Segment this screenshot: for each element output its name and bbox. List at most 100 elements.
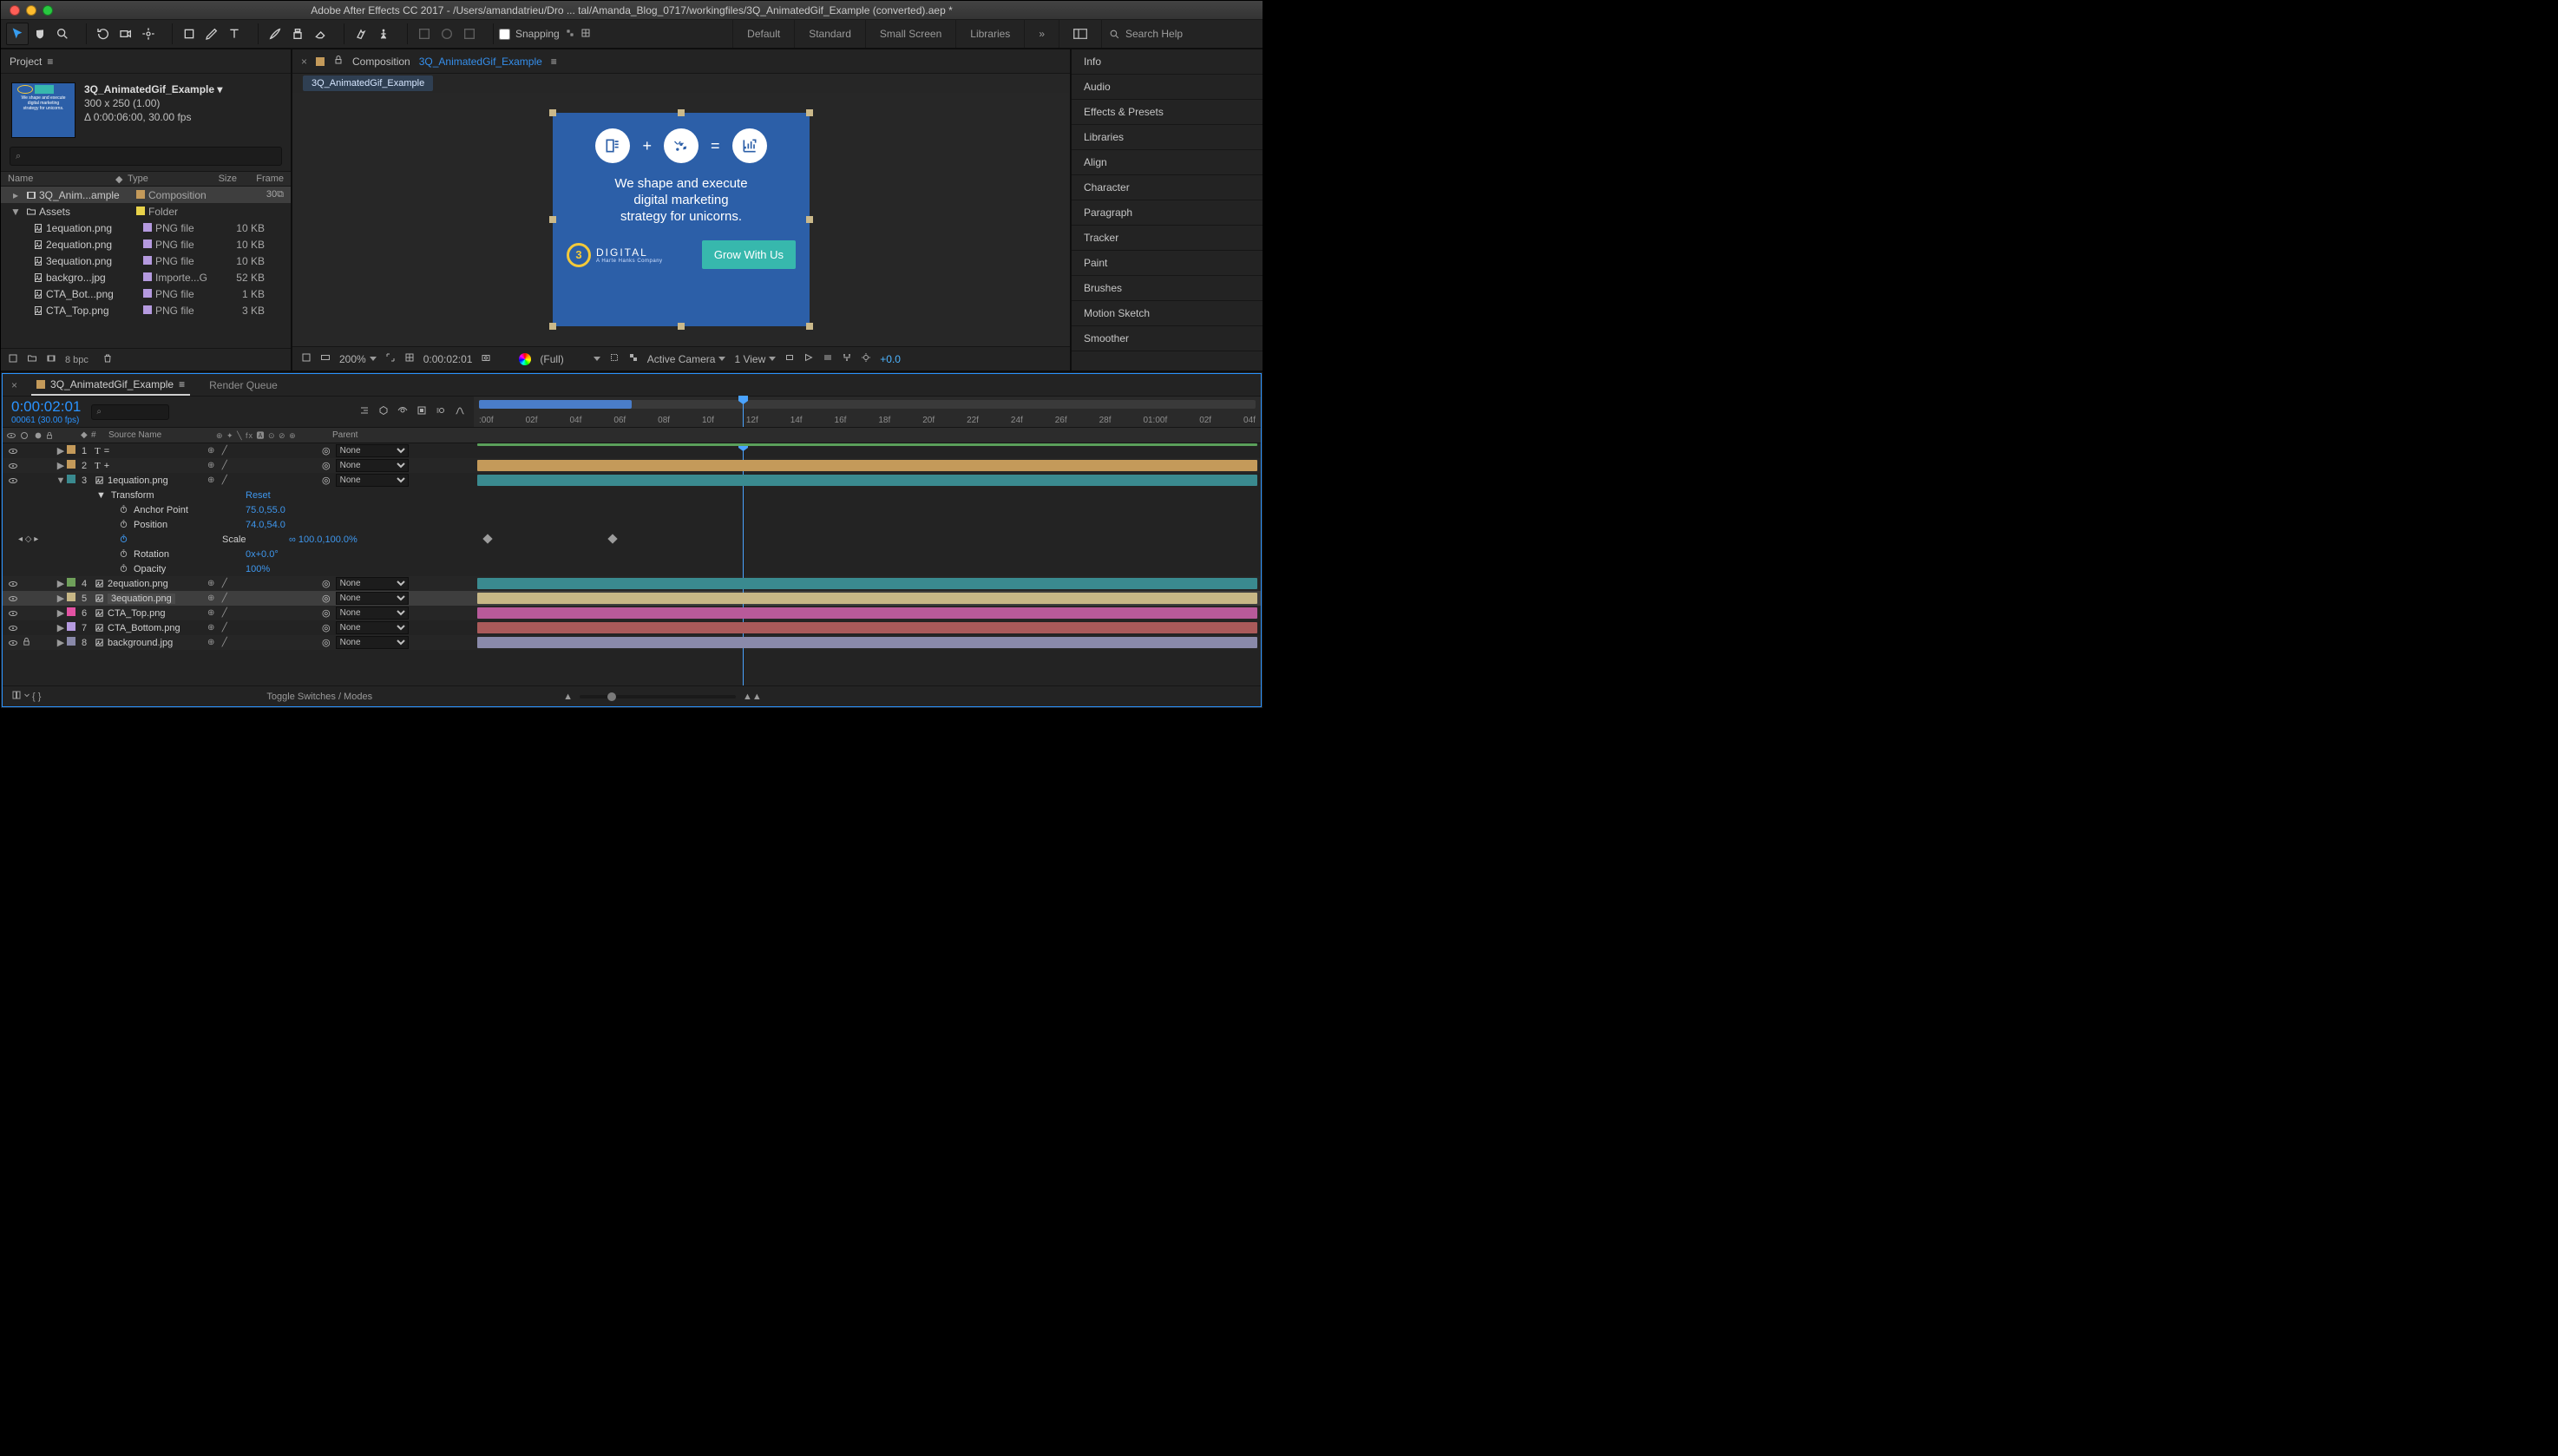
new-folder-icon[interactable] [27, 353, 37, 366]
pickwhip-icon[interactable]: ◎ [322, 445, 331, 456]
property-row[interactable]: Rotation 0x+0.0° [3, 547, 1261, 561]
minimize-window-icon[interactable] [26, 5, 36, 16]
search-help[interactable]: Search Help [1101, 20, 1257, 48]
visibility-icon[interactable] [8, 475, 18, 486]
reset-exposure-icon[interactable] [861, 352, 871, 365]
workspace-small-screen[interactable]: Small Screen [865, 20, 955, 48]
zoom-dropdown[interactable]: 200% [339, 353, 377, 365]
type-tool-icon[interactable] [223, 23, 246, 45]
camera-dropdown[interactable]: Active Camera [647, 353, 726, 365]
timeline-search-input[interactable]: ⌕ [91, 404, 169, 420]
layer-source-name[interactable]: background.jpg [91, 638, 202, 648]
twirl-icon[interactable]: ▼ [55, 475, 67, 486]
property-row[interactable]: ◂ ◇ ▸ Scale ∞ 100.0,100.0% [3, 532, 1261, 547]
col-type[interactable]: Type [128, 174, 195, 184]
visibility-icon[interactable] [8, 461, 18, 471]
layer-row[interactable]: ▼ 3 1equation.png ⊕ ╱ ◎ None [3, 473, 1261, 488]
project-search-input[interactable]: ⌕ [10, 147, 282, 166]
stopwatch-icon[interactable] [119, 563, 128, 575]
time-ruler[interactable]: :00f02f04f06f08f10f12f14f16f18f20f22f24f… [474, 397, 1261, 427]
layer-row[interactable]: ▶ 4 2equation.png ⊕ ╱ ◎ None [3, 576, 1261, 591]
twirl-icon[interactable]: ▶ [55, 637, 67, 648]
clone-stamp-tool-icon[interactable] [286, 23, 309, 45]
project-item[interactable]: CTA_Bot...png PNG file 1 KB [1, 285, 291, 302]
zoom-window-icon[interactable] [43, 5, 53, 16]
parent-dropdown[interactable]: None [336, 592, 409, 605]
close-tab-icon[interactable]: × [301, 56, 307, 68]
delete-icon[interactable] [102, 353, 113, 366]
snapshot-icon[interactable] [481, 352, 491, 365]
resolution-dropdown[interactable]: (Full) [540, 353, 600, 365]
panel-smoother[interactable]: Smoother [1072, 326, 1263, 351]
timeline-zoom[interactable]: ▲ ▲▲ [563, 692, 762, 702]
comp-thumbnail[interactable]: We shape and executedigital marketingstr… [11, 82, 75, 138]
visibility-icon[interactable] [8, 594, 18, 604]
panel-motion-sketch[interactable]: Motion Sketch [1072, 301, 1263, 326]
timeline-icon[interactable] [823, 352, 833, 365]
panel-character[interactable]: Character [1072, 175, 1263, 200]
pickwhip-icon[interactable]: ◎ [322, 593, 331, 604]
layer-row[interactable]: ▶ 6 CTA_Top.png ⊕ ╱ ◎ None [3, 606, 1261, 620]
reset-workspace-icon[interactable] [1059, 20, 1101, 48]
composition-content[interactable]: + = We shape and execute digital marketi… [553, 113, 810, 326]
boundary-icon[interactable] [320, 352, 331, 365]
panel-tracker[interactable]: Tracker [1072, 226, 1263, 251]
property-row[interactable]: Position 74.0,54.0 [3, 517, 1261, 532]
comp-mini-flowchart-icon[interactable] [359, 405, 370, 418]
project-items-list[interactable]: ▸ 3Q_Anim...ample Composition 30⧉ ▼ Asse… [1, 187, 291, 348]
nested-comp-tab[interactable]: 3Q_AnimatedGif_Example [303, 75, 433, 91]
snap-grid-icon[interactable] [580, 28, 591, 41]
parent-dropdown[interactable]: None [336, 577, 409, 590]
workspace-overflow-icon[interactable]: » [1024, 20, 1059, 48]
puppet-tool-icon[interactable] [372, 23, 395, 45]
project-panel-header[interactable]: Project ≡ [1, 49, 291, 74]
pickwhip-icon[interactable]: ◎ [322, 637, 331, 648]
close-tab-icon[interactable]: × [11, 379, 17, 391]
col-frame[interactable]: Frame [237, 174, 284, 184]
col-parent[interactable]: Parent [329, 430, 361, 440]
property-row[interactable]: Anchor Point 75.0,55.0 [3, 502, 1261, 517]
snapping-toggle[interactable]: Snapping [499, 28, 591, 41]
panel-paint[interactable]: Paint [1072, 251, 1263, 276]
viewer-timecode[interactable]: 0:00:02:01 [423, 353, 473, 365]
panel-menu-icon[interactable]: ≡ [179, 378, 185, 390]
visibility-icon[interactable] [8, 446, 18, 456]
lock-icon[interactable] [22, 637, 31, 649]
stopwatch-icon[interactable] [119, 504, 128, 516]
twirl-icon[interactable]: ▶ [55, 593, 67, 604]
render-queue-tab[interactable]: Render Queue [204, 376, 283, 395]
layer-row[interactable]: ▶ 7 CTA_Bottom.png ⊕ ╱ ◎ None [3, 620, 1261, 635]
layer-row[interactable]: ▶ 8 background.jpg ⊕ ╱ ◎ None [3, 635, 1261, 650]
pickwhip-icon[interactable]: ◎ [322, 607, 331, 619]
twirl-icon[interactable]: ▶ [55, 460, 67, 471]
panel-menu-icon[interactable]: ≡ [47, 56, 53, 68]
composition-canvas[interactable]: + = We shape and execute digital marketi… [292, 93, 1070, 346]
panel-effects-presets[interactable]: Effects & Presets [1072, 100, 1263, 125]
panel-brushes[interactable]: Brushes [1072, 276, 1263, 301]
toggle-switches-modes[interactable]: Toggle Switches / Modes [266, 692, 372, 702]
layer-source-name[interactable]: 2equation.png [91, 579, 202, 589]
project-bpc[interactable]: 8 bpc [65, 355, 89, 365]
timeline-layers[interactable]: ▶ 1 T= ⊕ ╱ ◎ None ▶ 2 T+ ⊕ ╱ ◎ None [3, 443, 1261, 685]
roto-brush-tool-icon[interactable] [350, 23, 372, 45]
twirl-icon[interactable]: ▶ [55, 445, 67, 456]
pickwhip-icon[interactable]: ◎ [322, 460, 331, 471]
timeline-comp-tab[interactable]: 3Q_AnimatedGif_Example ≡ [31, 375, 190, 396]
layer-row[interactable]: ▶ 2 T+ ⊕ ╱ ◎ None [3, 458, 1261, 473]
zoom-in-icon[interactable]: ▲▲ [743, 692, 762, 702]
layer-row[interactable]: ▶ 1 T= ⊕ ╱ ◎ None [3, 443, 1261, 458]
stopwatch-icon[interactable] [119, 534, 128, 546]
parent-dropdown[interactable]: None [336, 444, 409, 457]
project-item[interactable]: 3equation.png PNG file 10 KB [1, 253, 291, 269]
view-dropdown[interactable]: 1 View [734, 353, 776, 365]
transparency-grid-icon[interactable] [628, 352, 639, 365]
panel-paragraph[interactable]: Paragraph [1072, 200, 1263, 226]
col-source-name[interactable]: Source Name [105, 430, 216, 440]
fast-preview-icon[interactable] [803, 352, 814, 365]
comp-name[interactable]: 3Q_AnimatedGif_Example ▾ [84, 82, 222, 96]
layer-source-name[interactable]: 3equation.png [91, 594, 202, 604]
layer-source-name[interactable]: 1equation.png [91, 475, 202, 486]
hand-tool-icon[interactable] [29, 23, 51, 45]
col-label-icon[interactable]: ◆ [115, 174, 128, 185]
project-item[interactable]: CTA_Top.png PNG file 3 KB [1, 302, 291, 318]
